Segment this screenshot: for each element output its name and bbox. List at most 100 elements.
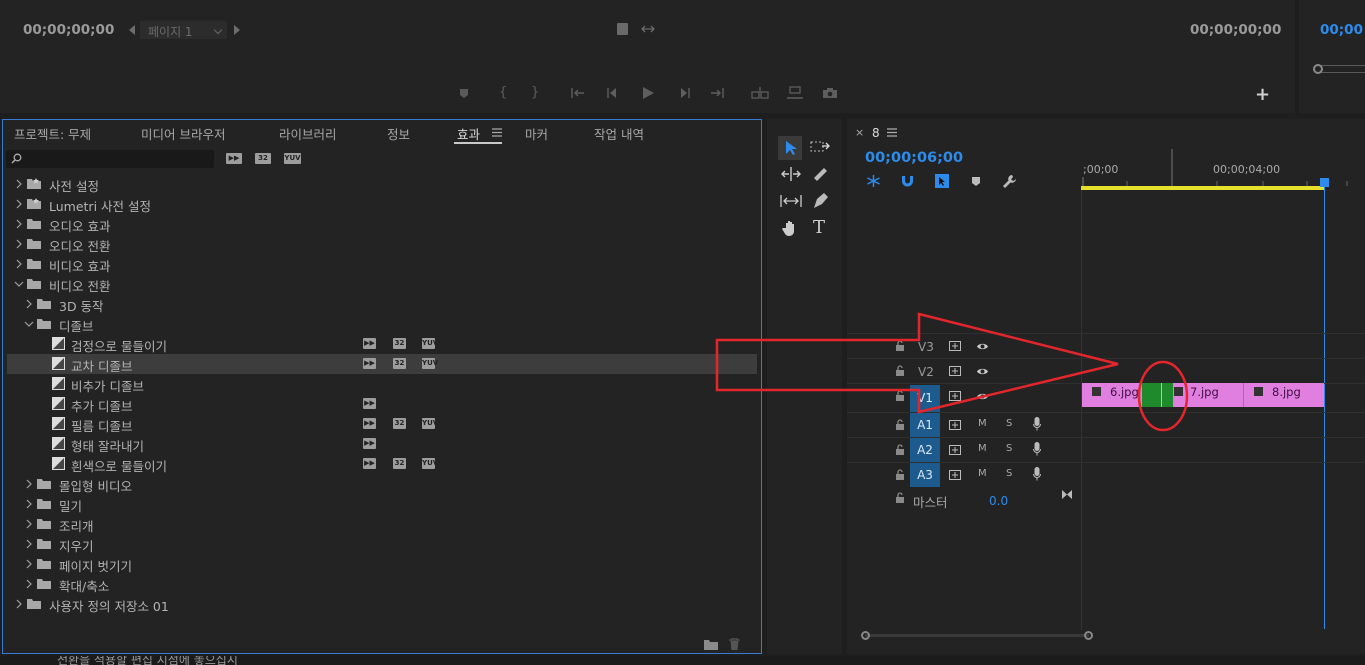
effect-item[interactable]: 필름 디졸브 ▶▶ 32 YUV bbox=[7, 414, 757, 434]
go-to-end-icon[interactable] bbox=[1061, 489, 1073, 500]
track-target-toggle[interactable]: A2 bbox=[910, 438, 940, 462]
chevron-right-icon[interactable] bbox=[24, 499, 34, 509]
tree-folder[interactable]: 비디오 전환 bbox=[7, 274, 757, 294]
chevron-right-icon[interactable] bbox=[24, 559, 34, 569]
source-timecode[interactable]: 00;00;00;00 bbox=[23, 22, 114, 38]
chevron-right-icon[interactable] bbox=[14, 599, 24, 609]
tree-folder[interactable]: 밀기 bbox=[7, 494, 757, 514]
tree-folder[interactable]: Lumetri 사전 설정 bbox=[7, 194, 757, 214]
play-icon[interactable] bbox=[641, 86, 655, 100]
zoom-handle[interactable] bbox=[1313, 64, 1323, 74]
tree-folder[interactable]: 디졸브 bbox=[7, 314, 757, 334]
ripple-edit-tool-icon[interactable] bbox=[781, 166, 801, 182]
tab-effects[interactable]: 효과 bbox=[457, 124, 480, 143]
effect-item[interactable]: 비추가 디졸브 bbox=[7, 374, 757, 394]
effects-search-box[interactable] bbox=[6, 150, 214, 168]
far-right-timecode[interactable]: 00;00 bbox=[1320, 22, 1363, 38]
extract-icon[interactable] bbox=[786, 86, 804, 100]
hand-tool-icon[interactable] bbox=[782, 219, 800, 237]
in-point-icon[interactable]: { bbox=[499, 85, 507, 100]
chevron-right-icon[interactable] bbox=[14, 219, 24, 229]
sequence-menu-icon[interactable] bbox=[887, 128, 897, 137]
chevron-right-icon[interactable] bbox=[24, 539, 34, 549]
tree-folder[interactable]: 비디오 효과 bbox=[7, 254, 757, 274]
nest-icon[interactable] bbox=[866, 174, 881, 188]
master-lock-icon[interactable] bbox=[895, 492, 905, 504]
chevron-right-icon[interactable] bbox=[14, 239, 24, 249]
clip-8[interactable]: 8.jpg bbox=[1243, 383, 1324, 407]
chevron-down-icon[interactable] bbox=[24, 319, 34, 329]
effect-item[interactable]: 검정으로 물들이기 ▶▶ 32 YUV bbox=[7, 334, 757, 354]
new-folder-icon[interactable] bbox=[704, 639, 718, 650]
microphone-icon[interactable] bbox=[1033, 442, 1041, 456]
tab-media-browser[interactable]: 미디어 브라우저 bbox=[141, 124, 225, 143]
effect-item[interactable]: 교차 디졸브 ▶▶ 32 YUV bbox=[7, 354, 757, 374]
effect-item[interactable]: 흰색으로 물들이기 ▶▶ 32 YUV bbox=[7, 454, 757, 474]
sync-lock-icon[interactable] bbox=[949, 445, 961, 455]
tree-folder[interactable]: 3D 동작 bbox=[7, 294, 757, 314]
effect-item[interactable]: 추가 디졸브 ▶▶ bbox=[7, 394, 757, 414]
lock-icon[interactable] bbox=[895, 444, 905, 456]
camera-icon[interactable] bbox=[822, 87, 838, 99]
tree-folder[interactable]: 조리개 bbox=[7, 514, 757, 534]
go-to-out-icon[interactable] bbox=[709, 87, 725, 99]
tab-libraries[interactable]: 라이브러리 bbox=[279, 124, 337, 143]
lock-icon[interactable] bbox=[895, 469, 905, 481]
chevron-right-icon[interactable] bbox=[14, 259, 24, 269]
tree-folder[interactable]: 오디오 효과 bbox=[7, 214, 757, 234]
type-tool-icon[interactable]: T bbox=[813, 217, 825, 238]
track-select-tool-icon[interactable] bbox=[810, 140, 830, 154]
go-to-in-icon[interactable] bbox=[570, 87, 586, 99]
timeline-scrollbar[interactable] bbox=[861, 631, 1365, 640]
tab-history[interactable]: 작업 내역 bbox=[594, 124, 644, 143]
chevron-right-icon[interactable] bbox=[24, 579, 34, 589]
add-marker-icon[interactable] bbox=[971, 176, 981, 187]
mute-button[interactable]: M bbox=[978, 468, 987, 479]
save-icon[interactable] bbox=[617, 23, 628, 35]
step-back-icon[interactable] bbox=[606, 87, 620, 99]
close-sequence-icon[interactable]: × bbox=[855, 126, 864, 139]
chevron-right-icon[interactable] bbox=[14, 199, 24, 209]
effects-search-input[interactable] bbox=[26, 151, 210, 167]
tree-folder[interactable]: 사전 설정 bbox=[7, 174, 757, 194]
tree-folder[interactable]: 오디오 전환 bbox=[7, 234, 757, 254]
yuv-filter-badge[interactable]: YUV bbox=[284, 153, 301, 164]
playhead-timecode[interactable]: 00;00;06;00 bbox=[865, 150, 963, 166]
next-page-icon[interactable] bbox=[234, 25, 240, 35]
effect-item[interactable]: 형태 잘라내기 ▶▶ bbox=[7, 434, 757, 454]
wrench-icon[interactable] bbox=[1002, 174, 1017, 189]
tab-project[interactable]: 프로젝트: 무제 bbox=[14, 124, 91, 143]
accelerated-filter-icon[interactable]: ▶▶ bbox=[226, 153, 242, 164]
step-forward-icon[interactable] bbox=[677, 87, 691, 99]
snap-icon[interactable] bbox=[900, 174, 915, 188]
tab-info[interactable]: 정보 bbox=[387, 124, 410, 143]
tree-folder[interactable]: 확대/축소 bbox=[7, 574, 757, 594]
microphone-icon[interactable] bbox=[1033, 467, 1041, 481]
tab-markers[interactable]: 마커 bbox=[525, 124, 548, 143]
tree-folder[interactable]: 페이지 벗기기 bbox=[7, 554, 757, 574]
solo-button[interactable]: S bbox=[1006, 443, 1012, 454]
trash-icon[interactable] bbox=[729, 638, 740, 650]
mute-button[interactable]: M bbox=[978, 443, 987, 454]
selection-tool[interactable] bbox=[778, 136, 802, 160]
track-target-toggle[interactable]: A3 bbox=[910, 463, 940, 487]
chevron-right-icon[interactable] bbox=[24, 479, 34, 489]
chevron-down-icon[interactable] bbox=[14, 279, 24, 289]
ripple-icon[interactable] bbox=[641, 24, 655, 34]
sequence-tab[interactable]: 8 bbox=[872, 126, 880, 140]
razor-tool-icon[interactable] bbox=[811, 165, 829, 183]
tree-folder[interactable]: 몰입형 비디오 bbox=[7, 474, 757, 494]
chevron-right-icon[interactable] bbox=[24, 299, 34, 309]
scroll-handle-left[interactable] bbox=[861, 631, 870, 640]
32bit-filter-badge[interactable]: 32 bbox=[255, 153, 271, 164]
tree-folder[interactable]: 사용자 정의 저장소 01 bbox=[7, 594, 757, 614]
program-timecode[interactable]: 00;00;00;00 bbox=[1190, 22, 1281, 38]
chevron-right-icon[interactable] bbox=[24, 519, 34, 529]
linked-selection-icon[interactable] bbox=[934, 173, 950, 189]
tree-folder[interactable]: 지우기 bbox=[7, 534, 757, 554]
prev-page-icon[interactable] bbox=[129, 25, 135, 35]
sync-lock-icon[interactable] bbox=[949, 470, 961, 480]
pen-tool-icon[interactable] bbox=[812, 192, 830, 210]
out-point-icon[interactable]: } bbox=[531, 85, 539, 100]
slip-tool-icon[interactable] bbox=[780, 194, 802, 208]
